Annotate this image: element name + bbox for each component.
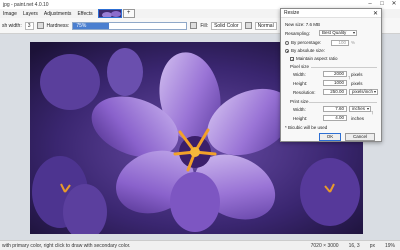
menu-layers[interactable]: Layers xyxy=(20,11,41,17)
by-percentage-radio[interactable] xyxy=(285,41,289,45)
pixel-width-input[interactable]: 2000 xyxy=(323,71,347,77)
blend-mode-icon xyxy=(244,22,252,29)
cancel-button[interactable]: Cancel xyxy=(345,133,375,141)
percent-sign: % xyxy=(351,40,356,45)
maintain-aspect-checkbox[interactable]: ✓ xyxy=(290,57,294,62)
units-select[interactable]: px xyxy=(365,243,380,249)
print-width-label: Width: xyxy=(293,107,306,112)
resolution-label: Resolution: xyxy=(293,90,316,95)
fill-label: Fill: xyxy=(200,22,209,29)
resampling-label: Resampling: xyxy=(285,31,311,36)
pixel-height-unit: pixels xyxy=(351,81,363,86)
aspect-link-icon: ┐ xyxy=(348,74,352,80)
blend-mode-select[interactable]: Normal xyxy=(254,21,277,30)
zoom-readout[interactable]: 19% xyxy=(380,243,400,249)
resolution-unit-select[interactable]: pixels/inch xyxy=(349,89,378,95)
window-title: jpg - paint.net 4.0.10 xyxy=(3,1,49,8)
menu-effects[interactable]: Effects xyxy=(74,11,95,17)
print-width-unit-select[interactable]: inches xyxy=(349,106,371,112)
dialog-close-icon[interactable]: ✕ xyxy=(373,10,378,17)
dialog-title-bar: Resize ✕ xyxy=(281,9,381,18)
image-size-readout: 7020 × 3000 xyxy=(310,242,339,249)
status-hint: with primary color, right click to draw … xyxy=(2,242,131,249)
pixel-size-divider xyxy=(311,67,377,68)
percentage-input[interactable]: 100 xyxy=(331,40,349,46)
menu-image[interactable]: Image xyxy=(0,11,20,17)
resampling-select[interactable]: Best Quality xyxy=(319,30,357,36)
dialog-title: Resize xyxy=(284,10,300,16)
brush-width-input[interactable]: 3 xyxy=(24,21,34,30)
by-absolute-size-radio[interactable] xyxy=(285,49,289,53)
menu-adjustments[interactable]: Adjustments xyxy=(41,11,75,17)
pixel-size-heading: Pixel size xyxy=(290,64,310,69)
hardness-label: Hardness: xyxy=(46,22,70,29)
close-window-icon[interactable]: ✕ xyxy=(388,0,400,9)
maintain-aspect-label: Maintain aspect ratio xyxy=(296,56,338,61)
image-tab-thumbnail[interactable] xyxy=(97,9,122,18)
print-link-icon: ┐ xyxy=(371,109,375,115)
print-height-input[interactable]: 4.00 xyxy=(323,115,347,121)
hardness-slider[interactable]: 75% xyxy=(72,21,188,30)
ok-button[interactable]: OK xyxy=(319,133,341,141)
cursor-coords-readout: 16, 3 xyxy=(348,242,360,249)
print-size-heading: Print size xyxy=(290,99,309,104)
brush-width-label: sh width: xyxy=(2,22,22,29)
new-image-tab-button[interactable]: + xyxy=(122,9,135,18)
fill-icon xyxy=(190,22,198,29)
pixel-width-label: Width: xyxy=(293,72,306,77)
print-size-divider xyxy=(309,102,377,103)
resize-dialog: Resize ✕ New size: 7.6 MB Resampling: Be… xyxy=(280,8,382,142)
by-percentage-label: By percentage: xyxy=(291,40,322,45)
print-width-input[interactable]: 7.60 xyxy=(323,106,347,112)
pixel-height-input[interactable]: 1000 xyxy=(323,80,347,86)
resolution-input[interactable]: 250.00 xyxy=(323,89,347,95)
new-size-text: New size: 7.6 MB xyxy=(285,22,321,27)
pixel-height-label: Height: xyxy=(293,81,308,86)
antialias-icon[interactable] xyxy=(36,22,44,29)
print-height-label: Height: xyxy=(293,116,308,121)
fill-select[interactable]: Solid Color xyxy=(211,21,242,30)
print-height-unit: inches xyxy=(351,116,365,121)
status-bar: with primary color, right click to draw … xyxy=(0,240,400,250)
pixel-width-unit: pixels xyxy=(351,72,363,77)
bicubic-footnote: * Bicubic will be used xyxy=(285,125,328,130)
by-absolute-size-label: By absolute size: xyxy=(291,48,326,53)
